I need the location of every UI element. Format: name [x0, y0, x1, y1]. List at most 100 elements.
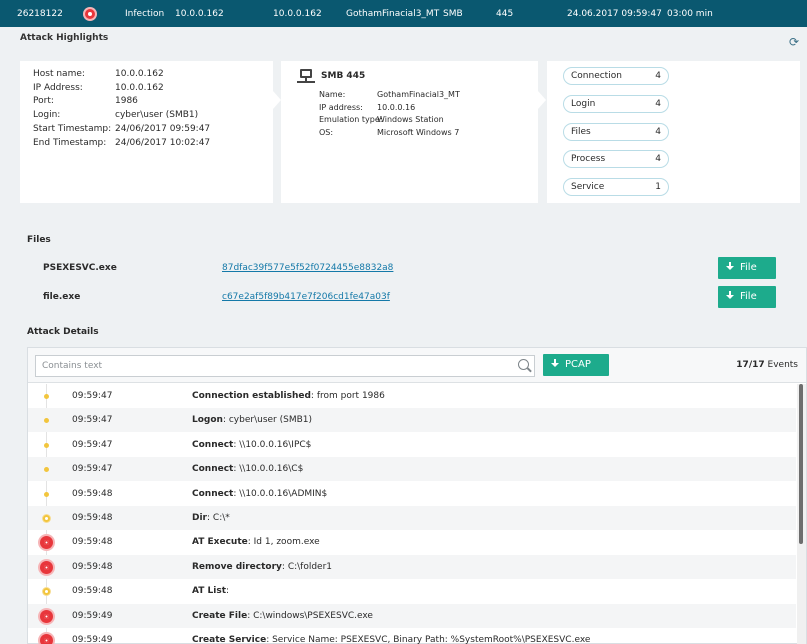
events-counter: 17/17 Events	[736, 360, 798, 370]
activity-counts-card: Connection 4 Login 4 Files 4 Process 4 Service 1	[547, 61, 800, 203]
scrollbar-thumb[interactable]	[799, 384, 803, 544]
event-action: Create File	[192, 610, 248, 621]
event-description: Create File: C:\windows\PSEXESVC.exe	[192, 610, 373, 621]
field-label: Login:	[33, 110, 61, 121]
count-label: Files	[571, 126, 591, 137]
event-action: Connect	[192, 464, 234, 475]
event-row[interactable]: 09:59:47 Logon: cyber\user (SMB1)	[28, 408, 796, 433]
count-label: Connection	[571, 71, 622, 81]
high-severity-icon	[40, 560, 53, 574]
event-description: Remove directory: C:\folder1	[192, 561, 333, 572]
count-pill-process[interactable]: Process 4	[563, 150, 669, 169]
count-pill-files[interactable]: Files 4	[563, 122, 669, 141]
event-row[interactable]: 09:59:48 AT List:	[28, 579, 796, 603]
event-detail: \\10.0.0.16\ADMIN$	[236, 488, 328, 499]
event-time: 09:59:48	[72, 561, 113, 572]
attacker-field: Port: 1986	[33, 96, 138, 106]
field-value: cyber\user (SMB1)	[115, 110, 199, 121]
service-field: Emulation type:Windows Station	[319, 115, 444, 124]
event-description: Connect: \\10.0.0.16\C$	[192, 464, 304, 475]
event-row[interactable]: 09:59:47 Connect: \\10.0.0.16\IPC$	[28, 433, 796, 457]
event-time: 09:59:47	[72, 391, 113, 401]
high-severity-icon	[40, 634, 53, 644]
download-icon	[726, 262, 734, 271]
count-pill-connection[interactable]: Connection 4	[563, 67, 669, 85]
count-label: Service	[571, 182, 605, 193]
scrollbar[interactable]	[797, 384, 806, 644]
file-download-button[interactable]: File	[718, 286, 776, 308]
field-value: GothamFinacial3_MT	[377, 90, 460, 99]
attacker-field: IP Address: 10.0.0.162	[33, 83, 164, 93]
field-value: 10.0.0.162	[115, 82, 164, 93]
incident-id: 26218122	[17, 9, 63, 19]
event-row[interactable]: 09:59:49 Create File: C:\windows\PSEXESVC…	[28, 603, 796, 628]
event-description: Connect: \\10.0.0.16\ADMIN$	[192, 488, 328, 499]
service-field: IP address: 10.0.0.16	[319, 103, 415, 112]
incident-port: 445	[496, 9, 514, 19]
count-value: 4	[655, 126, 661, 137]
event-detail: cyber\user (SMB1)	[226, 415, 313, 426]
refresh-icon[interactable]: ⟳	[789, 36, 801, 48]
file-hash-link[interactable]: 87dfac39f577e5f52f0724455e8832a8	[222, 263, 393, 273]
search-icon[interactable]	[518, 359, 532, 373]
files-section-title: Files	[27, 235, 51, 245]
service-info-card: SMB 445 Name: GothamFinacial3_MT IP addres…	[281, 61, 538, 203]
count-value: 4	[655, 154, 661, 165]
event-time: 09:59:47	[72, 464, 113, 475]
field-value: 1986	[115, 96, 138, 107]
search-input[interactable]	[35, 355, 535, 377]
service-title: SMB 445	[321, 71, 366, 81]
field-value: Windows Station	[377, 115, 444, 124]
event-time: 09:59:49	[72, 610, 113, 621]
event-time: 09:59:49	[72, 635, 113, 644]
event-row[interactable]: 09:59:48 Connect: \\10.0.0.16\ADMIN$	[28, 482, 796, 506]
count-pill-service[interactable]: Service 1	[563, 178, 669, 197]
event-row[interactable]: 09:59:48 AT Execute: Id 1, zoom.exe	[28, 530, 796, 554]
event-row[interactable]: 09:59:49 Create Service: Service Name: PS…	[28, 628, 796, 644]
field-label: Host name:	[33, 69, 85, 79]
event-action: AT List	[192, 586, 227, 597]
field-value: 24/06/2017 10:02:47	[115, 137, 211, 148]
field-value: 10.0.0.162	[115, 69, 164, 79]
incident-protocol: SMB	[443, 9, 463, 19]
count-pill-login[interactable]: Login 4	[563, 94, 669, 113]
attacker-field: End Timestamp: 24/06/2017 10:02:47	[33, 138, 210, 148]
count-value: 4	[655, 98, 661, 109]
low-severity-icon	[44, 442, 49, 448]
medium-severity-icon	[43, 515, 50, 522]
event-row[interactable]: 09:59:48 Dir: C:\*	[28, 506, 796, 530]
field-label: Port:	[33, 96, 54, 107]
file-download-button[interactable]: File	[718, 257, 776, 279]
low-severity-icon	[44, 467, 49, 473]
download-icon	[726, 291, 734, 300]
event-row[interactable]: 09:59:48 Remove directory: C:\folder1	[28, 554, 796, 579]
incident-header-bar[interactable]: 26218122 Infection 10.0.0.162 10.0.0.162…	[0, 0, 807, 27]
event-detail: Id 1, zoom.exe	[250, 537, 320, 548]
field-value: Microsoft Windows 7	[377, 127, 460, 137]
event-description: Logon: cyber\user (SMB1)	[192, 415, 313, 426]
file-hash-link[interactable]: c67e2af5f89b417e7f206cd1fe47a03f	[222, 292, 390, 302]
attack-details-panel: PCAP 17/17 Events 09:59:47 Connection est…	[27, 347, 807, 644]
event-action: Create Service	[192, 635, 267, 644]
count-value: 1	[655, 182, 661, 193]
field-label: Name:	[319, 90, 346, 99]
event-description: Dir: C:\*	[192, 513, 230, 523]
low-severity-icon	[44, 394, 49, 399]
field-label: Start Timestamp:	[33, 123, 112, 134]
field-value: 24/06/2017 09:59:47	[115, 123, 211, 134]
pcap-download-button[interactable]: PCAP	[543, 354, 609, 376]
event-row[interactable]: 09:59:47 Connect: \\10.0.0.16\C$	[28, 457, 796, 482]
event-action: Dir	[192, 513, 207, 523]
medium-severity-icon	[43, 588, 50, 596]
details-toolbar: PCAP 17/17 Events	[28, 348, 806, 383]
field-label: IP address:	[319, 102, 363, 112]
event-description: Create Service: Service Name: PSEXESVC, …	[192, 635, 591, 644]
attacker-field: Login: cyber\user (SMB1)	[33, 110, 198, 120]
event-row[interactable]: 09:59:47 Connection established: from por…	[28, 384, 796, 408]
low-severity-icon	[44, 491, 49, 497]
incident-target-name: GothamFinacial3_MT	[346, 9, 440, 19]
field-label: IP Address:	[33, 82, 83, 93]
incident-source-ip: 10.0.0.162	[175, 9, 224, 19]
field-label: OS:	[319, 127, 334, 137]
download-icon	[551, 359, 559, 368]
